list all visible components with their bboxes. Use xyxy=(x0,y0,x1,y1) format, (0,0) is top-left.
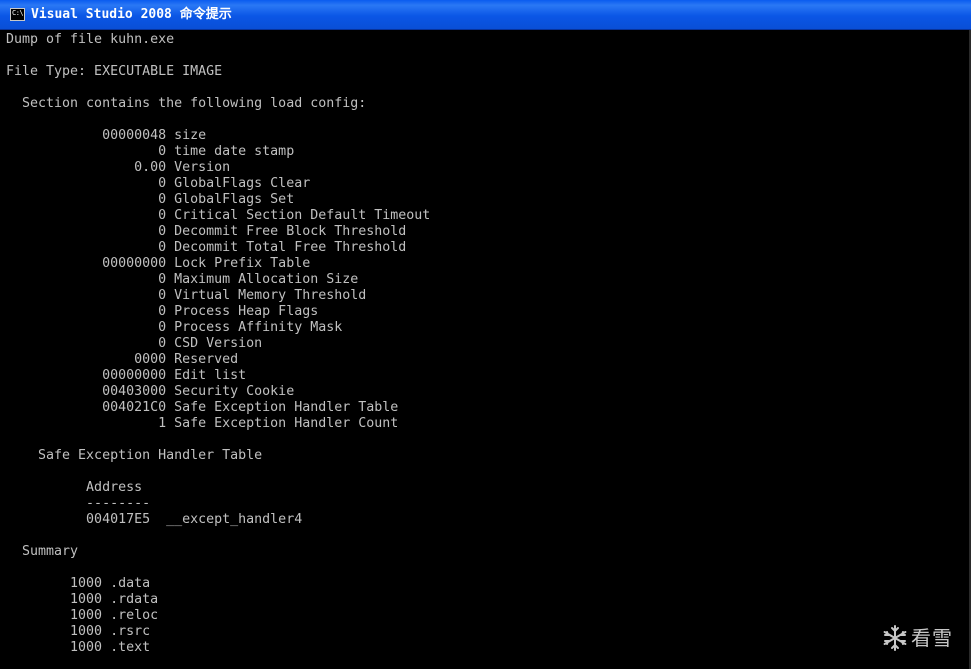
console-line: 1000 .rdata xyxy=(6,592,159,607)
console-line: 0 Critical Section Default Timeout xyxy=(6,208,431,223)
console-line: 1000 .text xyxy=(6,640,151,655)
console-line: Summary xyxy=(6,544,79,559)
window-title: Visual Studio 2008 命令提示 xyxy=(31,7,232,22)
console-line: 0 CSD Version xyxy=(6,336,263,351)
console-line: Address xyxy=(6,480,143,495)
console-line: 0000 Reserved xyxy=(6,352,239,367)
console-line: Dump of file kuhn.exe xyxy=(6,32,175,47)
snowflake-logo-icon xyxy=(883,625,907,651)
console-line: 0 Process Affinity Mask xyxy=(6,320,343,335)
console-line: 1 Safe Exception Handler Count xyxy=(6,416,399,431)
console-line: 0 GlobalFlags Clear xyxy=(6,176,311,191)
console-icon[interactable]: C:\ xyxy=(10,8,25,21)
console-line: 1000 .data xyxy=(6,576,151,591)
console-line: File Type: EXECUTABLE IMAGE xyxy=(6,64,223,79)
console-output[interactable]: Dump of file kuhn.exe File Type: EXECUTAB… xyxy=(0,30,971,669)
console-line: 1000 .rsrc xyxy=(6,624,151,639)
console-line: -------- xyxy=(6,496,151,511)
console-line: 1000 .reloc xyxy=(6,608,159,623)
console-line: 004021C0 Safe Exception Handler Table xyxy=(6,400,399,415)
console-line: Section contains the following load conf… xyxy=(6,96,367,111)
console-line: 0 Virtual Memory Threshold xyxy=(6,288,367,303)
console-line: 00000000 Edit list xyxy=(6,368,247,383)
console-line: 0.00 Version xyxy=(6,160,231,175)
console-line: 0 Decommit Total Free Threshold xyxy=(6,240,407,255)
window-title-bar[interactable]: C:\ Visual Studio 2008 命令提示 xyxy=(0,0,971,30)
console-line: 004017E5 __except_handler4 xyxy=(6,512,303,527)
console-line: 0 time date stamp xyxy=(6,144,295,159)
watermark: 看雪 xyxy=(881,623,957,653)
console-line: 0 Maximum Allocation Size xyxy=(6,272,359,287)
console-line: 00000000 Lock Prefix Table xyxy=(6,256,311,271)
console-line: 00000048 size xyxy=(6,128,207,143)
console-line: 00403000 Security Cookie xyxy=(6,384,295,399)
console-line: 0 Decommit Free Block Threshold xyxy=(6,224,407,239)
console-line: 0 Process Heap Flags xyxy=(6,304,319,319)
console-line: 0 GlobalFlags Set xyxy=(6,192,295,207)
watermark-text: 看雪 xyxy=(911,626,953,650)
console-line: Safe Exception Handler Table xyxy=(6,448,263,463)
